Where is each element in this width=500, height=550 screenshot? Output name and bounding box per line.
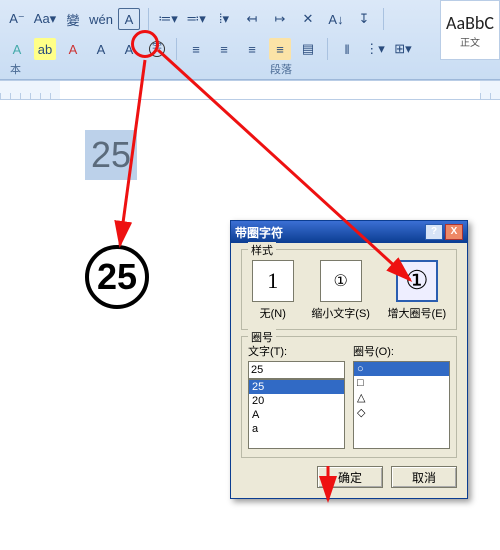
styles-gallery[interactable]: AaBbC 正文 [440, 0, 500, 60]
align-left-button[interactable]: ≡ [185, 38, 207, 60]
text-listbox[interactable]: 2520Aa [248, 379, 345, 449]
style-option-label: 缩小文字(S) [311, 305, 370, 321]
style-preview-icon: ① [320, 260, 362, 302]
enclose-char-dialog: 带圈字符 ? X 样式 1 无(N) ① 缩小文字(S) ① 增大圈号(E) 圈号 文字(… [230, 220, 468, 499]
char-scale-button[interactable]: A [118, 38, 140, 60]
style-preview-icon: ① [396, 260, 438, 302]
enclosure-legend: 圈号 [248, 329, 276, 345]
ribbon-row-1: A⁻ Aa▾ 變 wén A ≔▾ ≕▾ ⁞▾ ↤ ↦ ✕ A↓ ↧ [6, 4, 494, 34]
font-color-button[interactable]: A [6, 38, 28, 60]
enclose-char-icon: 字 [149, 41, 165, 57]
paragraph-group-label: 段落 [270, 61, 292, 77]
highlight-button[interactable]: ab [34, 38, 56, 60]
style-option-label: 无(N) [260, 305, 286, 321]
list-item[interactable]: 20 [249, 394, 344, 408]
style-legend: 样式 [248, 242, 276, 258]
style-option-2[interactable]: ① 增大圈号(E) [388, 260, 447, 321]
dialog-help-button[interactable]: ? [425, 224, 443, 240]
list-item[interactable]: △ [354, 390, 449, 405]
enclose-char-button[interactable]: 字 [146, 38, 168, 60]
clear-format-button[interactable]: ✕ [297, 8, 319, 30]
justify-button[interactable]: ≡ [269, 38, 291, 60]
char-border-button[interactable]: A [118, 8, 140, 30]
text-input[interactable] [248, 361, 345, 379]
style-option-0[interactable]: 1 无(N) [252, 260, 294, 321]
enclosure-group: 圈号 文字(T): 2520Aa 圈号(O): ○□△◇ [241, 336, 457, 458]
phonetic-guide-button[interactable]: 變 [62, 8, 84, 30]
distribute-button[interactable]: ▤ [297, 38, 319, 60]
font-color2-button[interactable]: A [62, 38, 84, 60]
shrink-font-button[interactable]: A⁻ [6, 8, 28, 30]
ribbon: A⁻ Aa▾ 變 wén A ≔▾ ≕▾ ⁞▾ ↤ ↦ ✕ A↓ ↧ A ab … [0, 0, 500, 80]
list-item[interactable]: ○ [354, 362, 449, 376]
dialog-titlebar[interactable]: 带圈字符 ? X [231, 221, 467, 243]
increase-indent-button[interactable]: ↦ [269, 8, 291, 30]
shading-button[interactable]: ⋮▾ [364, 38, 386, 60]
style-preview-icon: 1 [252, 260, 294, 302]
list-item[interactable]: A [249, 408, 344, 422]
borders-button[interactable]: ⊞▾ [392, 38, 414, 60]
selected-text[interactable]: 25 [85, 130, 137, 180]
numbering-button[interactable]: ≕▾ [185, 8, 207, 30]
shape-listbox[interactable]: ○□△◇ [353, 361, 450, 449]
char-shading-button[interactable]: wén [90, 8, 112, 30]
ruler[interactable] [0, 80, 500, 100]
text-label: 文字(T): [248, 343, 345, 359]
cancel-button[interactable]: 取消 [391, 466, 457, 488]
bullets-button[interactable]: ≔▾ [157, 8, 179, 30]
style-group: 样式 1无(N)①缩小文字(S)①增大圈号(E) [241, 249, 457, 330]
list-item[interactable]: 25 [249, 380, 344, 394]
ok-button[interactable]: 确定 [317, 466, 383, 488]
ribbon-row-2: A ab A A A 字 ≡ ≡ ≡ ≡ ▤ ‖ ⋮▾ ⊞▾ [6, 34, 494, 64]
multilevel-button[interactable]: ⁞▾ [213, 8, 235, 30]
dialog-title: 带圈字符 [235, 224, 283, 241]
change-case-button[interactable]: Aa▾ [34, 8, 56, 30]
font-group-label: 本 [10, 61, 21, 77]
dialog-close-button[interactable]: X [445, 224, 463, 240]
show-marks-button[interactable]: ↧ [353, 8, 375, 30]
asian-layout-button[interactable]: A [90, 38, 112, 60]
list-item[interactable]: ◇ [354, 405, 449, 420]
list-item[interactable]: a [249, 422, 344, 436]
decrease-indent-button[interactable]: ↤ [241, 8, 263, 30]
shape-label: 圈号(O): [353, 343, 450, 359]
style-option-label: 增大圈号(E) [388, 305, 447, 321]
sort-button[interactable]: A↓ [325, 8, 347, 30]
style-name: 正文 [460, 34, 480, 49]
line-spacing-button[interactable]: ‖ [336, 38, 358, 60]
align-center-button[interactable]: ≡ [213, 38, 235, 60]
style-option-1[interactable]: ① 缩小文字(S) [311, 260, 370, 321]
align-right-button[interactable]: ≡ [241, 38, 263, 60]
style-sample: AaBbC [446, 12, 494, 34]
enclosed-result: 25 [85, 245, 149, 309]
list-item[interactable]: □ [354, 376, 449, 390]
